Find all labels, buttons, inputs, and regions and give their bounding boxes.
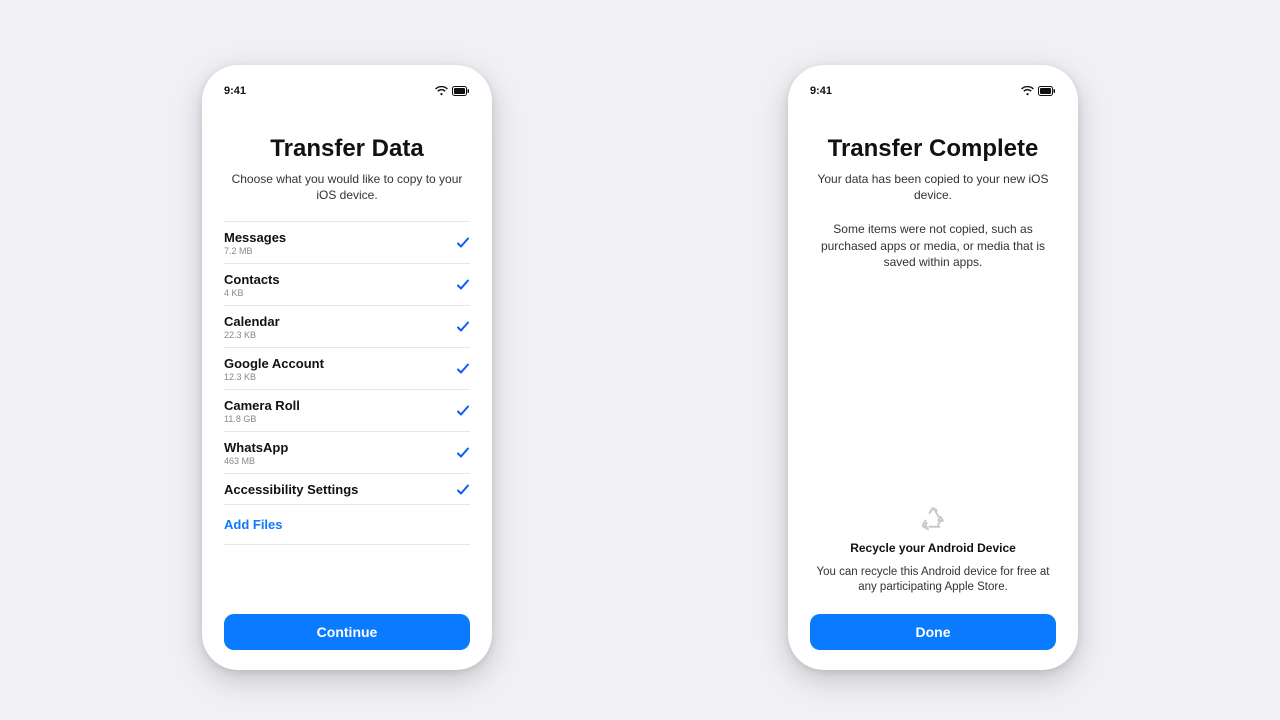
data-type-list: Messages 7.2 MB Contacts 4 KB Calendar 2… [224, 221, 470, 505]
list-item-label: Calendar [224, 314, 280, 329]
list-item-label: Contacts [224, 272, 280, 287]
checkmark-icon [456, 404, 470, 418]
page-subtitle: Choose what you would like to copy to yo… [224, 171, 470, 203]
continue-button[interactable]: Continue [224, 614, 470, 650]
list-item-calendar[interactable]: Calendar 22.3 KB [224, 305, 470, 347]
list-item-label: Google Account [224, 356, 324, 371]
status-icons [435, 86, 470, 96]
list-item-whatsapp[interactable]: WhatsApp 463 MB [224, 431, 470, 473]
wifi-icon [435, 86, 448, 96]
checkmark-icon [456, 483, 470, 497]
copy-note: Some items were not copied, such as purc… [810, 221, 1056, 270]
transfer-complete-screen: 9:41 Transfer Complete Your data has bee… [788, 65, 1078, 670]
list-item-size: 11.8 GB [224, 414, 300, 424]
list-item-contacts[interactable]: Contacts 4 KB [224, 263, 470, 305]
page-title: Transfer Data [224, 135, 470, 163]
add-files-button[interactable]: Add Files [224, 505, 470, 545]
status-time: 9:41 [224, 85, 246, 97]
list-item-label: WhatsApp [224, 440, 288, 455]
recycle-title: Recycle your Android Device [810, 541, 1056, 555]
status-time: 9:41 [810, 85, 832, 97]
page-subtitle: Your data has been copied to your new iO… [810, 171, 1056, 203]
list-item-size: 4 KB [224, 288, 280, 298]
list-item-size: 12.3 KB [224, 372, 324, 382]
recycle-subtitle: You can recycle this Android device for … [810, 565, 1056, 596]
status-icons [1021, 86, 1056, 96]
status-bar: 9:41 [810, 65, 1056, 109]
checkmark-icon [456, 278, 470, 292]
list-item-label: Messages [224, 230, 286, 245]
page-title: Transfer Complete [810, 135, 1056, 163]
battery-icon [452, 86, 470, 96]
list-item-label: Accessibility Settings [224, 482, 358, 497]
status-bar: 9:41 [224, 65, 470, 109]
transfer-data-screen: 9:41 Transfer Data Choose what you would… [202, 65, 492, 670]
checkmark-icon [456, 320, 470, 334]
done-button[interactable]: Done [810, 614, 1056, 650]
canvas: 9:41 Transfer Data Choose what you would… [42, 25, 1238, 695]
list-item-camera-roll[interactable]: Camera Roll 11.8 GB [224, 389, 470, 431]
list-item-accessibility[interactable]: Accessibility Settings [224, 473, 470, 504]
battery-icon [1038, 86, 1056, 96]
list-item-label: Camera Roll [224, 398, 300, 413]
checkmark-icon [456, 236, 470, 250]
wifi-icon [1021, 86, 1034, 96]
list-item-size: 7.2 MB [224, 246, 286, 256]
checkmark-icon [456, 446, 470, 460]
checkmark-icon [456, 362, 470, 376]
list-item-messages[interactable]: Messages 7.2 MB [224, 221, 470, 263]
list-item-google-account[interactable]: Google Account 12.3 KB [224, 347, 470, 389]
list-item-size: 22.3 KB [224, 330, 280, 340]
recycle-icon [810, 503, 1056, 533]
recycle-section: Recycle your Android Device You can recy… [810, 503, 1056, 596]
list-item-size: 463 MB [224, 456, 288, 466]
